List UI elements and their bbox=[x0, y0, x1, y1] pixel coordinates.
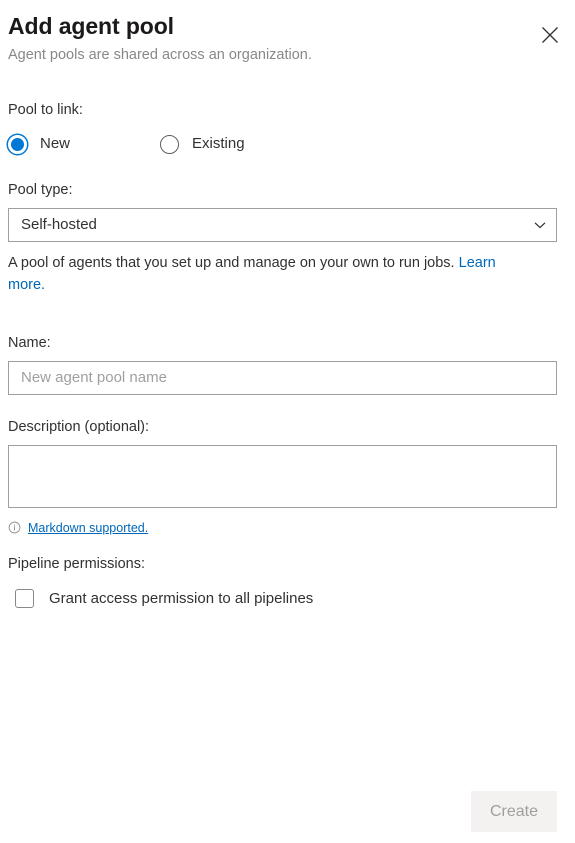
radio-label-existing: Existing bbox=[192, 135, 245, 152]
name-input[interactable] bbox=[8, 360, 557, 395]
create-button[interactable]: Create bbox=[471, 791, 557, 832]
radio-mark-new bbox=[8, 134, 27, 154]
pipeline-permissions-group: Pipeline permissions: Grant access permi… bbox=[8, 554, 557, 609]
pool-type-select[interactable]: Self-hosted bbox=[8, 208, 557, 242]
description-group: Description (optional): Markdown support… bbox=[8, 417, 557, 536]
page-title: Add agent pool bbox=[8, 13, 174, 39]
dialog-subtitle: Agent pools are shared across an organiz… bbox=[8, 47, 312, 63]
dialog-header: Add agent pool Agent pools are shared ac… bbox=[8, 12, 567, 65]
description-textarea[interactable] bbox=[8, 444, 557, 508]
add-agent-pool-dialog: Add agent pool Agent pools are shared ac… bbox=[0, 0, 575, 843]
radio-label-new: New bbox=[40, 135, 71, 152]
description-label: Description (optional): bbox=[8, 418, 150, 435]
pool-type-selected-value: Self-hosted bbox=[21, 216, 97, 233]
info-circle-icon bbox=[8, 521, 21, 534]
radio-option-existing[interactable]: Existing bbox=[160, 134, 245, 154]
close-button[interactable] bbox=[533, 18, 567, 52]
close-icon bbox=[540, 25, 560, 45]
markdown-note: Markdown supported. bbox=[8, 520, 557, 536]
pool-to-link-group: Pool to link: New Existing bbox=[8, 100, 557, 154]
name-group: Name: bbox=[8, 333, 557, 395]
pool-type-description-text: A pool of agents that you set up and man… bbox=[8, 255, 459, 271]
dialog-body: Pool to link: New Existing Pool type: Se… bbox=[8, 100, 557, 609]
grant-access-checkbox-label: Grant access permission to all pipelines bbox=[49, 589, 314, 607]
radio-mark-existing bbox=[160, 134, 180, 154]
name-label: Name: bbox=[8, 334, 51, 351]
grant-access-checkbox[interactable] bbox=[15, 589, 34, 608]
markdown-supported-link[interactable]: Markdown supported. bbox=[28, 520, 148, 536]
pool-to-link-radio-group: New Existing bbox=[8, 134, 557, 154]
dialog-footer: Create bbox=[8, 791, 557, 832]
pool-type-description: A pool of agents that you set up and man… bbox=[8, 252, 528, 296]
pool-type-label: Pool type: bbox=[8, 182, 73, 198]
radio-option-new[interactable]: New bbox=[8, 134, 70, 154]
pool-to-link-label: Pool to link: bbox=[8, 102, 83, 118]
pool-type-group: Pool type: Self-hosted A pool of agents … bbox=[8, 180, 557, 296]
grant-access-checkbox-row[interactable]: Grant access permission to all pipelines bbox=[8, 589, 557, 609]
pipeline-permissions-label: Pipeline permissions: bbox=[8, 555, 146, 572]
chevron-down-icon bbox=[532, 217, 548, 233]
